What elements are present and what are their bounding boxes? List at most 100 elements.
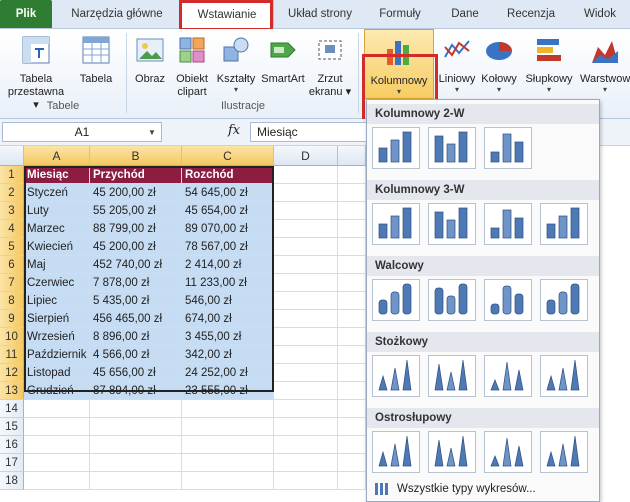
cell[interactable]: 452 740,00 zł <box>90 256 182 274</box>
cell[interactable] <box>24 400 90 418</box>
row-header[interactable]: 15 <box>0 418 24 436</box>
cell[interactable]: Kwiecień <box>24 238 90 256</box>
cell[interactable] <box>274 292 338 310</box>
cell[interactable]: 54 645,00 zł <box>182 184 274 202</box>
cell[interactable]: 45 200,00 zł <box>90 184 182 202</box>
cell[interactable]: Marzec <box>24 220 90 238</box>
chart-subtype-thumbnail[interactable] <box>540 279 588 321</box>
cell[interactable]: 5 435,00 zł <box>90 292 182 310</box>
cell[interactable]: 8 896,00 zł <box>90 328 182 346</box>
cell[interactable] <box>90 400 182 418</box>
column-chart-button[interactable]: Kolumnowy ▾ <box>364 29 434 99</box>
cell[interactable] <box>274 238 338 256</box>
cell[interactable] <box>338 166 366 184</box>
cell[interactable]: 45 200,00 zł <box>90 238 182 256</box>
row-header[interactable]: 13 <box>0 382 24 400</box>
tab-formulas[interactable]: Formuły <box>368 0 432 28</box>
pie-chart-button[interactable]: Kołowy ▾ <box>478 35 520 94</box>
cell[interactable] <box>274 202 338 220</box>
tab-review[interactable]: Recenzja <box>496 0 566 28</box>
cell[interactable]: 89 070,00 zł <box>182 220 274 238</box>
cell[interactable] <box>274 274 338 292</box>
cell[interactable] <box>24 418 90 436</box>
cell[interactable] <box>274 328 338 346</box>
cell[interactable] <box>338 418 366 436</box>
cell[interactable]: Sierpień <box>24 310 90 328</box>
chart-subtype-thumbnail[interactable] <box>428 431 476 473</box>
cell[interactable]: Maj <box>24 256 90 274</box>
cell[interactable]: 3 455,00 zł <box>182 328 274 346</box>
screenshot-button[interactable]: Zrzut ekranu ▾ <box>308 35 352 99</box>
cell[interactable]: Wrzesień <box>24 328 90 346</box>
cell[interactable]: Luty <box>24 202 90 220</box>
cell[interactable] <box>274 220 338 238</box>
cell[interactable] <box>338 184 366 202</box>
cell[interactable] <box>274 454 338 472</box>
area-chart-button[interactable]: Warstwow ▾ <box>580 35 630 94</box>
cell[interactable]: Rozchód <box>182 166 274 184</box>
cell[interactable] <box>274 364 338 382</box>
chart-subtype-thumbnail[interactable] <box>540 431 588 473</box>
cell[interactable]: 55 205,00 zł <box>90 202 182 220</box>
select-all-corner[interactable] <box>0 146 24 166</box>
cell[interactable] <box>338 328 366 346</box>
cell[interactable] <box>338 472 366 490</box>
chart-subtype-thumbnail[interactable] <box>372 279 420 321</box>
tab-file[interactable]: Plik <box>0 0 52 28</box>
cell[interactable] <box>90 454 182 472</box>
insert-function-icon[interactable]: fx <box>228 123 240 138</box>
cell[interactable]: Miesiąc <box>24 166 90 184</box>
cell[interactable]: 456 465,00 zł <box>90 310 182 328</box>
cell[interactable] <box>338 220 366 238</box>
cell[interactable] <box>182 472 274 490</box>
column-header-e[interactable] <box>338 146 366 166</box>
tab-page-layout[interactable]: Układ strony <box>280 0 360 28</box>
chart-subtype-thumbnail[interactable] <box>428 127 476 169</box>
tab-view[interactable]: Widok <box>572 0 628 28</box>
cell[interactable] <box>338 382 366 400</box>
row-header[interactable]: 8 <box>0 292 24 310</box>
chart-subtype-thumbnail[interactable] <box>428 203 476 245</box>
row-header[interactable]: 6 <box>0 256 24 274</box>
cell[interactable] <box>338 364 366 382</box>
cell[interactable] <box>90 418 182 436</box>
cell[interactable] <box>338 310 366 328</box>
tab-insert[interactable]: Wstawianie <box>180 0 274 29</box>
all-chart-types-link[interactable]: Wszystkie typy wykresów... <box>367 478 599 500</box>
row-header[interactable]: 4 <box>0 220 24 238</box>
name-box[interactable]: A1 <box>2 122 162 142</box>
chart-subtype-thumbnail[interactable] <box>372 355 420 397</box>
cell[interactable]: Październik <box>24 346 90 364</box>
picture-button[interactable]: Obraz <box>130 35 170 86</box>
cell[interactable]: Lipiec <box>24 292 90 310</box>
cell[interactable]: 2 414,00 zł <box>182 256 274 274</box>
cell[interactable] <box>24 472 90 490</box>
cell[interactable]: 45 654,00 zł <box>182 202 274 220</box>
cell[interactable]: 88 799,00 zł <box>90 220 182 238</box>
cell[interactable] <box>90 472 182 490</box>
cell[interactable]: 45 656,00 zł <box>90 364 182 382</box>
cell[interactable] <box>182 400 274 418</box>
cell[interactable]: 674,00 zł <box>182 310 274 328</box>
chart-subtype-thumbnail[interactable] <box>428 279 476 321</box>
cell[interactable] <box>274 382 338 400</box>
cell[interactable]: 24 252,00 zł <box>182 364 274 382</box>
formula-input[interactable]: Miesiąc <box>250 122 378 142</box>
chart-subtype-thumbnail[interactable] <box>540 355 588 397</box>
column-header-b[interactable]: B <box>90 146 182 166</box>
chart-subtype-thumbnail[interactable] <box>484 355 532 397</box>
cell[interactable] <box>338 292 366 310</box>
cell[interactable] <box>274 436 338 454</box>
row-header[interactable]: 3 <box>0 202 24 220</box>
cell[interactable] <box>90 436 182 454</box>
cell[interactable]: 23 555,00 zł <box>182 382 274 400</box>
cell[interactable]: 4 566,00 zł <box>90 346 182 364</box>
chart-subtype-thumbnail[interactable] <box>372 203 420 245</box>
cell[interactable] <box>274 472 338 490</box>
chart-subtype-thumbnail[interactable] <box>484 203 532 245</box>
cell[interactable]: Grudzień <box>24 382 90 400</box>
row-header[interactable]: 5 <box>0 238 24 256</box>
chart-subtype-thumbnail[interactable] <box>484 431 532 473</box>
row-header[interactable]: 18 <box>0 472 24 490</box>
cell[interactable]: Styczeń <box>24 184 90 202</box>
